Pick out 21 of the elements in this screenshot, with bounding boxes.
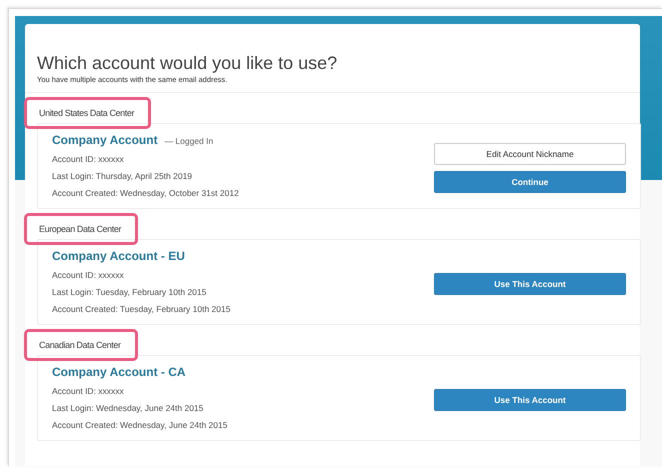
account-detail: Last Login: Thursday, April 25th 2019 [52, 170, 194, 183]
account-detail: Account ID: xxxxxx [52, 269, 125, 282]
account-detail: Account ID: xxxxxx [52, 385, 125, 398]
account-detail: Account ID: xxxxxx [52, 153, 125, 166]
edit-nickname-button[interactable]: Edit Account Nickname [434, 142, 626, 164]
account-name[interactable]: Company Account [52, 133, 158, 147]
data-center-label: United States Data Center [24, 97, 152, 129]
data-center-label: Canadian Data Center [24, 329, 138, 361]
account-detail: Last Login: Wednesday, June 24th 2015 [52, 402, 204, 415]
page-title: Which account would you like to use? [37, 52, 338, 74]
account-name[interactable]: Company Account - CA [52, 365, 186, 379]
data-center-label: European Data Center [24, 213, 138, 245]
account-status: — Logged In [164, 136, 214, 146]
use-account-button[interactable]: Use This Account [434, 272, 626, 294]
account-detail: Account Created: Tuesday, February 10th 2015 [52, 303, 230, 316]
account-detail: Account Created: Wednesday, June 24th 2015 [52, 419, 228, 432]
use-account-button[interactable]: Use This Account [434, 388, 626, 410]
account-detail: Last Login: Tuesday, February 10th 2015 [52, 286, 208, 299]
account-name[interactable]: Company Account - EU [52, 249, 185, 263]
account-detail: Account Created: Wednesday, October 31st 2012 [52, 187, 239, 200]
use-account-button[interactable]: Continue [434, 170, 626, 192]
